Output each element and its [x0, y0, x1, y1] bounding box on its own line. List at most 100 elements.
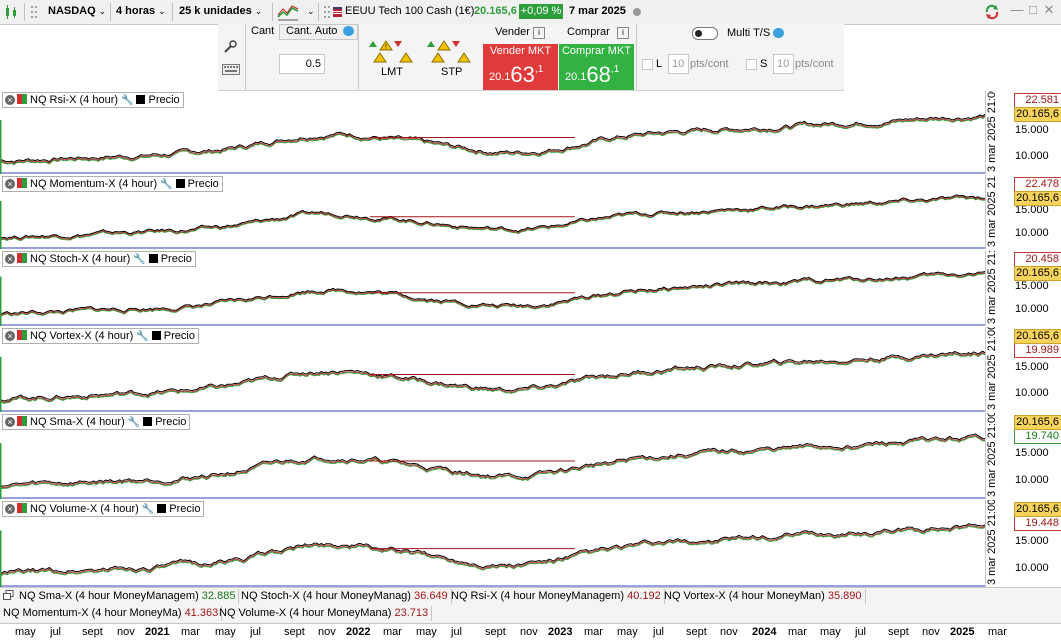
wrench-icon[interactable]: 🔧	[136, 330, 148, 344]
chart-pane[interactable]: × NQ Volume-X (4 hour) 🔧 Precio	[0, 500, 985, 587]
chart-type-dropdown[interactable]: ⌄	[304, 5, 315, 17]
time-axis-label: jul	[50, 626, 62, 638]
time-axis-label: 2021	[145, 626, 170, 638]
close-pane-icon[interactable]: ×	[5, 254, 15, 264]
time-axis-label: mar	[988, 626, 1007, 638]
money-management-item[interactable]: NQ Volume-X (4 hour MoneyMana) 23.713	[216, 606, 433, 621]
date-marker: 3 mar 2025 21:00	[986, 250, 998, 324]
price-axis[interactable]: 3 mar 2025 21:00 15.000 10.000 19.448 20.165…	[985, 500, 1061, 587]
money-management-item[interactable]: NQ Rsi-X (4 hour MoneyManagem) 40.192	[448, 589, 665, 604]
close-pane-icon[interactable]: ×	[5, 95, 15, 105]
money-management-item[interactable]: NQ Momentum-X (4 hour MoneyMa) 41.363	[0, 606, 223, 621]
keyboard-icon[interactable]	[222, 62, 240, 76]
buy-market-button[interactable]: Comprar MKT 20.168,1	[559, 44, 634, 90]
info-bubble-icon[interactable]	[773, 28, 784, 38]
wrench-icon[interactable]: 🔧	[128, 416, 140, 430]
quantity-input[interactable]: 0.5	[279, 54, 325, 74]
mm-label: NQ Volume-X (4 hour MoneyMana)	[219, 607, 392, 619]
money-management-item[interactable]: NQ Vortex-X (4 hour MoneyMan) 35.890	[661, 589, 866, 604]
wrench-icon[interactable]: 🔧	[133, 253, 145, 267]
time-axis-label: sept	[485, 626, 506, 638]
time-axis-label: jul	[855, 626, 867, 638]
price-axis[interactable]: 3 mar 2025 21:00 15.000 10.000 20.458 20.165…	[985, 250, 1061, 326]
price-series-label: Precio	[155, 416, 187, 428]
units-select[interactable]: 25 k unidades ⌄	[179, 5, 262, 17]
indicator-line-green	[0, 435, 985, 490]
info-bubble-icon	[343, 26, 354, 36]
axis-tick: 10.000	[1015, 387, 1049, 399]
maximize-icon[interactable]: □	[1026, 3, 1040, 17]
time-axis-label: 2023	[548, 626, 573, 638]
price-axis[interactable]: 3 mar 2025 21:00 15.000 10.000 19.989 20.165…	[985, 327, 1061, 412]
price-axis[interactable]: 3 mar 2025 21:00 15.000 10.000 22.478 20.165…	[985, 175, 1061, 249]
price-line	[0, 350, 985, 402]
time-axis-label: mar	[383, 626, 402, 638]
grip-icon	[30, 4, 38, 20]
close-pane-icon[interactable]: ×	[5, 179, 15, 189]
time-axis-label: nov	[117, 626, 135, 638]
wrench-icon[interactable]: 🔧	[142, 503, 154, 517]
chart-pane[interactable]: × NQ Vortex-X (4 hour) 🔧 Precio	[0, 327, 985, 412]
close-pane-icon[interactable]: ×	[5, 331, 15, 341]
time-axis-label: may	[215, 626, 236, 638]
mm-value: 36.649	[414, 590, 448, 602]
info-icon[interactable]: i	[617, 27, 629, 39]
wrench-icon[interactable]: 🔧	[121, 94, 133, 108]
indicator-title: NQ Stoch-X (4 hour)	[30, 253, 131, 265]
axis-tick: 10.000	[1015, 562, 1049, 574]
timeframe-select[interactable]: 4 horas ⌄	[116, 5, 166, 17]
money-management-item[interactable]: NQ Stoch-X (4 hour MoneyManag) 36.649	[238, 589, 452, 604]
time-axis[interactable]: may jul sept nov 2021 mar may jul sept nov 2022 mar…	[0, 623, 1061, 641]
chart-pane[interactable]: × NQ Rsi-X (4 hour) 🔧 Precio	[0, 91, 985, 174]
candles-icon[interactable]	[4, 4, 20, 20]
chart-type-icon[interactable]	[277, 3, 299, 21]
chart-pane[interactable]: × NQ Sma-X (4 hour) 🔧 Precio	[0, 413, 985, 499]
price-axis[interactable]: 3 mar 2025 21:00 15.000 10.000 19.740 20.165…	[985, 413, 1061, 499]
l-points-input[interactable]: 10	[668, 54, 689, 74]
chart-pane[interactable]: × NQ Stoch-X (4 hour) 🔧 Precio	[0, 250, 985, 326]
money-management-item[interactable]: NQ Sma-X (4 hour MoneyManagem) 32.885	[16, 589, 240, 604]
time-axis-label: mar	[584, 626, 603, 638]
wrench-icon[interactable]: 🔧	[160, 178, 172, 192]
refresh-icon[interactable]	[984, 4, 1000, 20]
window-restore-icon[interactable]	[3, 590, 14, 601]
limit-order-button[interactable]: ! LMT	[366, 40, 416, 80]
money-management-bar: NQ Sma-X (4 hour MoneyManagem) 32.885 NQ …	[0, 587, 1061, 624]
sell-market-button[interactable]: Vender MKT 20.163,1	[483, 44, 558, 90]
sell-header: Vender i	[483, 24, 558, 43]
indicator-value-tag: 19.448	[1014, 516, 1061, 531]
instrument-select[interactable]: NASDAQ ⌄	[48, 5, 106, 17]
pane-legend: × NQ Sma-X (4 hour) 🔧 Precio	[2, 414, 191, 430]
time-axis-label: mar	[788, 626, 807, 638]
time-axis-label: 2025	[950, 626, 975, 638]
price-value-tag: 20.165,6	[1014, 502, 1061, 517]
wrench-icon[interactable]	[222, 39, 238, 55]
close-pane-icon[interactable]: ×	[5, 417, 15, 427]
chart-pane[interactable]: × NQ Momentum-X (4 hour) 🔧 Precio	[0, 175, 985, 249]
minimize-icon[interactable]: —	[1010, 3, 1024, 17]
cant-auto-button[interactable]: Cant. Auto	[279, 24, 358, 40]
l-checkbox[interactable]	[642, 59, 653, 70]
s-checkbox[interactable]	[746, 59, 757, 70]
time-axis-label: sept	[284, 626, 305, 638]
mm-label: NQ Rsi-X (4 hour MoneyManagem)	[451, 590, 625, 602]
close-icon[interactable]: ✕	[1042, 3, 1056, 17]
date-marker: 3 mar 2025 21:00	[986, 175, 998, 247]
date-marker: 3 mar 2025 21:00	[986, 413, 998, 497]
info-icon[interactable]: i	[533, 27, 545, 39]
axis-tick: 10.000	[1015, 227, 1049, 239]
time-axis-label: may	[617, 626, 638, 638]
price-axis[interactable]: 3 mar 2025 21:00 15.000 10.000 22.581 20.165…	[985, 91, 1061, 174]
indicator-line-red	[0, 272, 985, 316]
multi-ts-toggle[interactable]	[692, 27, 718, 40]
pane-legend: × NQ Rsi-X (4 hour) 🔧 Precio	[2, 92, 184, 108]
mm-value: 41.363	[184, 607, 219, 619]
buy-header: Comprar i	[559, 24, 634, 43]
stop-order-button[interactable]: STP	[424, 40, 474, 80]
price-swatch	[148, 254, 158, 263]
close-pane-icon[interactable]: ×	[5, 504, 15, 514]
mm-value: 40.192	[627, 590, 661, 602]
indicator-line-green	[0, 525, 985, 578]
s-points-input[interactable]: 10	[773, 54, 794, 74]
axis-tick: 10.000	[1015, 303, 1049, 315]
